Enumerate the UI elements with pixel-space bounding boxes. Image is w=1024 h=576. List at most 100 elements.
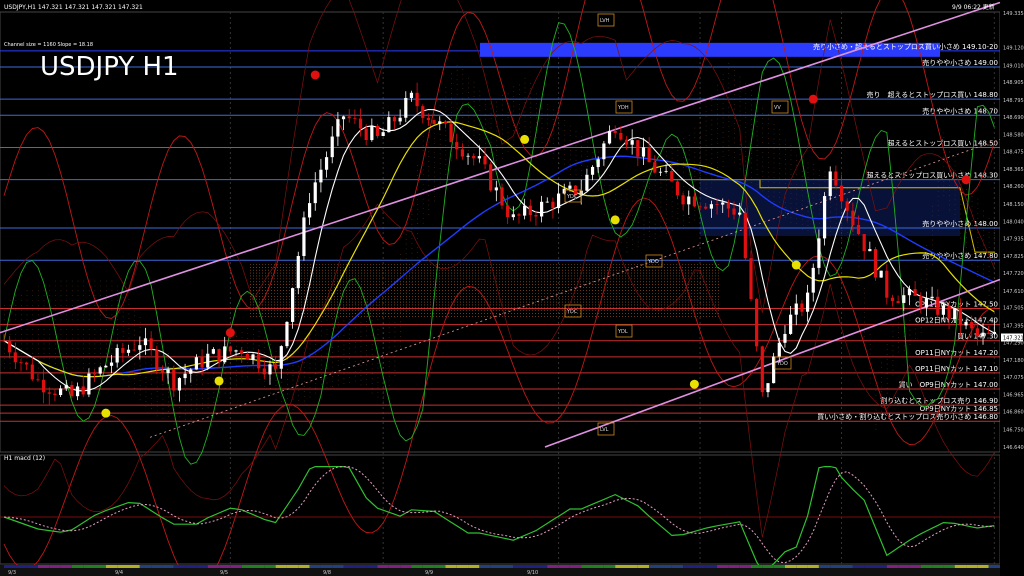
session-bar (988, 565, 1000, 568)
candle-body (381, 132, 385, 136)
signal-marker (520, 134, 530, 144)
candle-body (200, 357, 204, 368)
session-bar (739, 565, 751, 568)
candle-body (341, 116, 346, 120)
price-tick: 148.475 (1003, 149, 1024, 155)
session-bar (490, 565, 502, 568)
session-bar (807, 565, 819, 568)
candle-body (183, 373, 187, 379)
price-tick: 147.610 (1003, 289, 1024, 295)
candle-body (517, 214, 521, 216)
price-tick: 146.640 (1003, 445, 1024, 451)
candle-body (30, 364, 34, 380)
session-bar (592, 565, 604, 568)
candle-body (426, 117, 431, 121)
session-bar (660, 565, 672, 568)
candle-body (822, 196, 827, 239)
candle-body (257, 354, 261, 369)
session-bar (264, 565, 276, 568)
candle-body (64, 385, 68, 389)
date-tick: 9/4 (115, 570, 123, 576)
candle-body (641, 147, 646, 157)
date-tick: 9/5 (220, 570, 228, 576)
ref-box-label: YDH (617, 105, 629, 111)
session-bar (637, 565, 650, 568)
candle-body (800, 303, 804, 312)
candle-body (749, 258, 753, 300)
candle-body (692, 196, 697, 207)
candle-body (375, 125, 380, 136)
signal-marker (310, 70, 320, 80)
session-bar (524, 565, 536, 568)
candle-body (302, 217, 306, 256)
session-bar (298, 565, 310, 568)
candle-body (494, 187, 498, 191)
symbol-header: USDJPY,H1 147.321 147.321 147.321 147.32… (4, 4, 143, 11)
session-bar (434, 565, 446, 568)
candle-body (409, 92, 414, 98)
session-bar (569, 565, 582, 568)
candle-body (958, 307, 962, 326)
candle-body (8, 340, 12, 353)
session-bar (547, 565, 559, 568)
ref-box-label: VV (774, 105, 781, 111)
level-label: 売りやや小さめ 148.00 (922, 219, 998, 228)
candle-body (392, 117, 397, 122)
candle-body (726, 202, 730, 209)
signal-marker (689, 379, 699, 389)
session-bar (581, 565, 593, 568)
price-tick: 149.010 (1003, 63, 1024, 69)
candle-body (19, 362, 23, 364)
date-tick: 9/8 (323, 570, 331, 576)
level-label: OP11日NYカット 147.20 (915, 349, 998, 357)
session-bar (230, 565, 242, 568)
candle-body (613, 130, 617, 133)
candle-body (528, 205, 532, 216)
session-bar (626, 565, 638, 568)
session-bar (196, 565, 208, 568)
session-bar (185, 565, 197, 568)
signal-marker (225, 328, 235, 338)
session-bar (943, 565, 955, 568)
candle-body (404, 97, 408, 118)
session-bar (898, 565, 910, 568)
candle-body (902, 295, 906, 303)
candle-body (223, 346, 227, 363)
session-bar (105, 565, 118, 568)
candle-body (42, 379, 46, 393)
candle-body (285, 321, 289, 347)
candle-body (715, 204, 719, 205)
session-bar (909, 565, 921, 568)
candle-body (907, 289, 912, 296)
price-tick: 147.180 (1003, 358, 1024, 364)
candle-body (953, 307, 957, 319)
session-bar (309, 565, 321, 568)
candle-body (353, 118, 357, 120)
candle-body (789, 314, 793, 334)
candle-body (449, 123, 453, 143)
candle-body (138, 345, 142, 350)
candle-body (132, 349, 136, 351)
session-bar (411, 565, 423, 568)
price-tick: 147.075 (1003, 375, 1024, 381)
candle-body (845, 201, 849, 211)
ref-box-label: YDC (566, 309, 578, 315)
price-tick: 149.335 (1003, 11, 1024, 17)
session-bar (332, 565, 344, 568)
candle-body (415, 92, 419, 107)
candle-body (924, 298, 929, 308)
session-bar (37, 565, 50, 568)
candle-body (47, 392, 51, 394)
candle-body (704, 206, 708, 209)
ref-box-label: YDC (566, 194, 578, 200)
candle-body (364, 128, 368, 141)
session-bar (649, 565, 661, 568)
session-bar (286, 565, 299, 568)
chart-window[interactable]: 売り小さめ・超えるとストップロス買い小さめ 149.10-20 売りやや小さめ 1… (0, 0, 1024, 576)
session-bar (796, 565, 808, 568)
candle-body (851, 210, 855, 225)
session-bar (241, 565, 253, 568)
candle-body (53, 393, 57, 396)
candle-body (511, 214, 515, 218)
level-label: 売り小さめ・超えるとストップロス買い小さめ 149.10-20 (813, 42, 998, 51)
